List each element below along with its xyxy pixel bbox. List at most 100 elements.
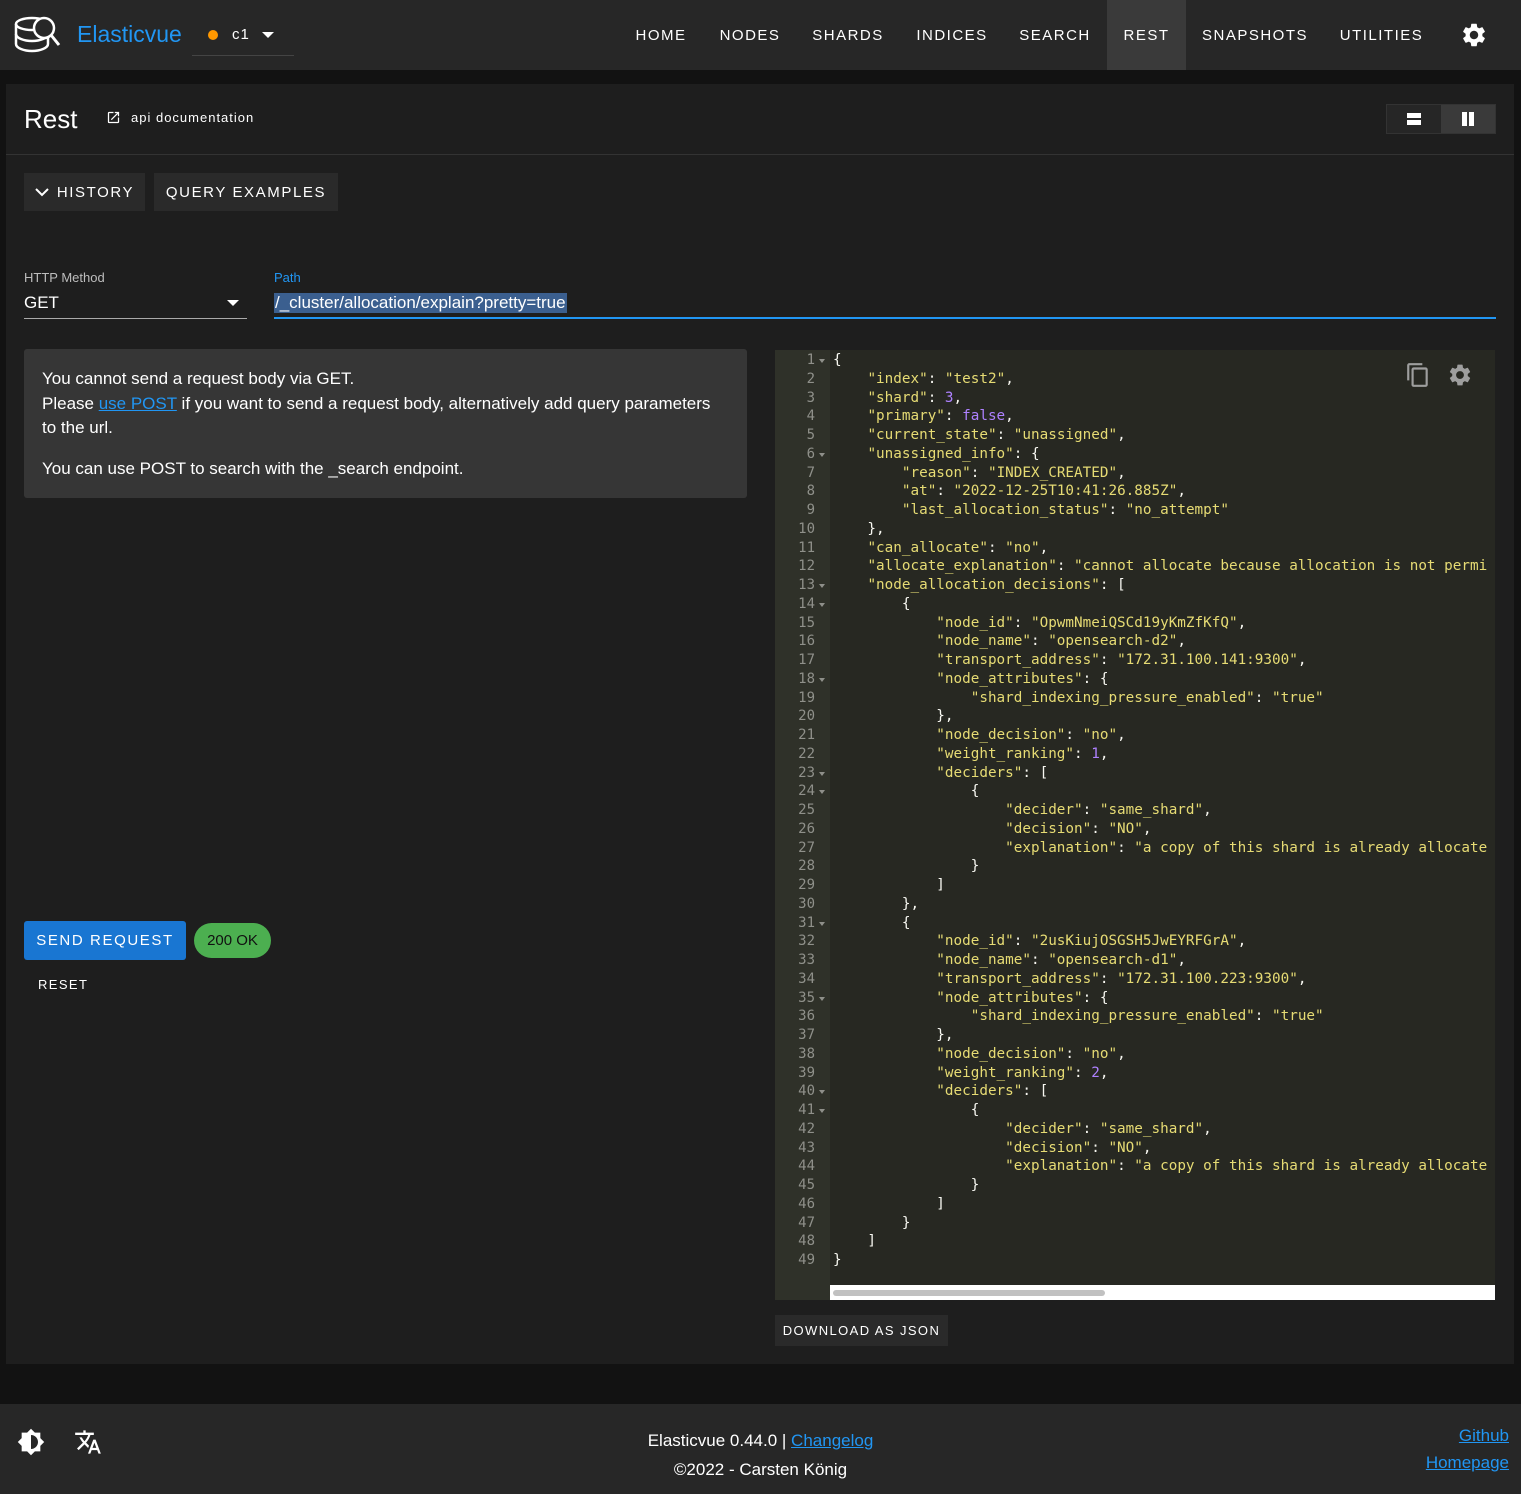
chevron-down-icon [35,188,49,197]
code-line: "node_decision": "no", [936,727,1126,743]
fold-toggle[interactable] [819,921,825,926]
brand-title[interactable]: Elasticvue [77,21,182,48]
line-number: 49 [798,1252,815,1268]
fold-toggle[interactable] [819,584,825,588]
line-number: 25 [798,802,815,818]
nav-indices[interactable]: INDICES [901,0,1003,70]
send-request-button[interactable]: SEND REQUEST [24,921,186,960]
line-number: 7 [806,464,815,481]
footer: Elasticvue 0.44.0 | Changelog ©2022 - Ca… [0,1404,1521,1494]
line-number: 6 [806,445,815,462]
line-number: 40 [798,1083,815,1100]
nav-utilities[interactable]: UTILITIES [1324,0,1439,70]
fold-toggle[interactable] [819,1090,825,1095]
github-link[interactable]: Github [1459,1426,1509,1445]
path-input[interactable]: /_cluster/allocation/explain?pretty=true [274,288,1496,319]
nav-home[interactable]: HOME [619,0,703,70]
line-number: 35 [798,989,815,1006]
line-number: 3 [806,389,815,406]
line-number: 38 [798,1045,815,1062]
fold-toggle[interactable] [819,1109,825,1113]
line-number: 36 [798,1008,815,1025]
fold-toggle[interactable] [819,677,825,682]
line-number: 10 [798,520,815,537]
layout-vertical-button[interactable] [1387,105,1441,133]
line-number: 41 [798,1102,815,1118]
line-number: 39 [798,1064,815,1081]
elasticvue-logo-icon[interactable] [12,10,62,60]
line-number: 24 [798,783,815,800]
line-number: 47 [798,1214,815,1231]
reset-button[interactable]: RESET [38,977,88,992]
code-line: }, [833,895,920,912]
line-number: 2 [806,370,815,387]
layout-horizontal-button[interactable] [1441,105,1495,133]
code-line: { [833,914,911,931]
code-line: "index": "test2", [867,370,1014,387]
cluster-name: c1 [232,26,250,43]
line-number: 43 [798,1139,815,1156]
nav-shards[interactable]: SHARDS [797,0,899,70]
code-line: "node_allocation_decisions": [ [867,577,1126,593]
line-number: 30 [798,895,815,912]
code-line: "decider": "same_shard", [1005,802,1212,818]
line-number: 34 [798,970,815,987]
copyright-text: ©2022 - Carsten König [673,1460,848,1479]
query-examples-button[interactable]: QUERY EXAMPLES [154,173,338,211]
fold-toggle[interactable] [819,452,825,457]
cluster-status-dot [208,29,218,40]
nav-nodes[interactable]: NODES [705,0,795,70]
use-post-link[interactable]: use POST [99,394,177,413]
code-line: ] [833,877,945,893]
code-line: "primary": false, [867,408,1014,425]
code-line: "can_allocate": "no", [867,539,1049,556]
cluster-selector[interactable]: c1 [192,14,294,56]
nav-snapshots[interactable]: SNAPSHOTS [1188,0,1322,70]
split-vertical-icon [1462,112,1474,126]
line-number: 8 [806,483,815,500]
line-number: 4 [806,408,815,425]
response-editor[interactable]: 1 2 3 4 5 6 7 8 9 10 11 12 13 14 15 16 17 18 19 20 21 22 23 24 2… [775,350,1495,1300]
copy-icon[interactable] [1405,362,1431,388]
gear-icon[interactable] [1447,362,1473,388]
rest-card: Rest api documentation HISTORY QUERY EXA… [6,84,1514,1364]
line-number: 11 [798,539,815,556]
scrollbar-thumb[interactable] [833,1290,1105,1296]
code-line: }, [833,708,954,725]
notice-line-2-prefix: Please [42,393,99,413]
line-number: 29 [798,877,815,893]
code-line: "last_allocation_status": "no_attempt" [901,502,1229,518]
fold-toggle[interactable] [819,359,825,363]
footer-links: Github Homepage [1426,1422,1509,1476]
history-button[interactable]: HISTORY [24,173,145,211]
fold-toggle[interactable] [819,996,825,1001]
line-number: 26 [798,820,815,837]
nav-search[interactable]: SEARCH [1005,0,1105,70]
http-method-select[interactable]: GET [24,288,247,319]
nav-rest[interactable]: REST [1107,0,1186,70]
line-number: 13 [798,577,815,593]
code-line: "at": "2022-12-25T10:41:26.885Z", [901,483,1186,500]
changelog-link[interactable]: Changelog [791,1431,873,1450]
fold-toggle[interactable] [819,771,825,776]
fold-toggle[interactable] [819,790,825,795]
homepage-link[interactable]: Homepage [1426,1453,1509,1472]
code-line: "node_id": "2usKiujOSGSH5JwEYRFGrA", [936,933,1247,950]
fold-toggle[interactable] [819,602,825,607]
code-line: "decision": "NO", [1005,820,1152,837]
line-number: 20 [798,708,815,725]
line-number: 48 [798,1233,815,1250]
code-line: { [833,595,911,612]
code-line: ] [833,1233,877,1250]
gear-icon[interactable] [1460,21,1488,49]
line-number: 15 [798,614,815,631]
status-badge: 200 OK [194,923,271,958]
code-line: ] [833,1195,945,1212]
line-number: 23 [798,764,815,781]
line-number: 9 [806,502,815,518]
line-number: 17 [798,652,815,668]
api-documentation-link[interactable]: api documentation [106,110,254,125]
download-json-button[interactable]: DOWNLOAD AS JSON [775,1315,948,1346]
editor-horizontal-scrollbar[interactable] [830,1285,1495,1300]
line-number: 19 [798,689,815,706]
